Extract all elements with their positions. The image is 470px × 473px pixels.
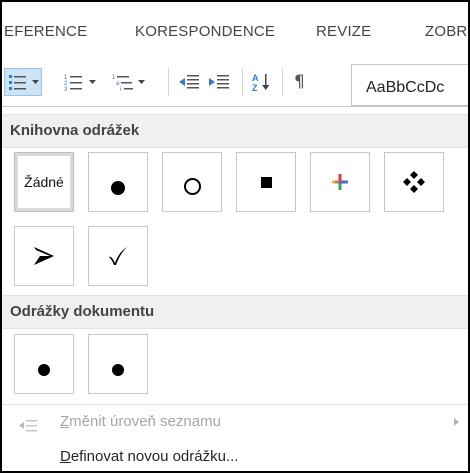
define-new-bullet-label: Definovat novou odrážku... [60,448,239,465]
hollow-circle-bullet-icon [163,153,221,211]
bullet-tile-filled-square[interactable] [236,152,296,212]
svg-text:3: 3 [64,87,68,91]
bullet-library-dropdown: Knihovna odrážek Žádné Odrážky dokumentu… [2,106,468,471]
arrowhead-bullet-icon [15,227,73,285]
bullet-none-label: Žádné [18,156,70,208]
bullet-tile-four-color-cross[interactable] [310,152,370,212]
bullet-tile-hollow-circle[interactable] [162,152,222,212]
style-sample-normal[interactable]: AaBbCcDc [366,79,444,97]
document-bullet-tile-filled-circle[interactable] [88,334,148,394]
show-formatting-button[interactable]: ¶ [294,70,305,94]
multilevel-list-icon: 1 a i [112,73,134,91]
svg-text:i: i [120,87,121,91]
tab-mailings[interactable]: KORESPONDENCE [135,23,275,40]
bullet-tile-none[interactable]: Žádné [14,152,74,212]
chevron-down-icon[interactable] [32,79,39,85]
document-bullet-tile-filled-circle[interactable] [14,334,74,394]
multilevel-list-button[interactable]: 1 a i [112,70,145,94]
toolbar-separator [242,68,243,96]
increase-indent-icon [208,73,230,91]
filled-circle-bullet-icon [15,335,73,393]
ribbon-tab-bar: EFERENCE KORESPONDENCE REVIZE ZOBR [2,2,468,54]
sort-button[interactable]: A Z [252,70,272,94]
bullet-tile-arrowhead[interactable] [14,226,74,286]
svg-text:A: A [252,73,259,83]
pilcrow-icon: ¶ [294,72,305,92]
decrease-indent-button[interactable] [178,70,200,94]
tab-references[interactable]: EFERENCE [4,23,87,40]
numbering-button[interactable]: 1 2 3 [64,70,96,94]
four-color-cross-bullet-icon [311,153,369,211]
bullets-icon [8,73,28,91]
tab-view[interactable]: ZOBR [425,23,467,40]
sort-icon: A Z [252,72,272,92]
increase-indent-button[interactable] [208,70,230,94]
filled-circle-bullet-icon [89,335,147,393]
change-list-level-menu-item[interactable]: Změnit úroveň seznamu [2,406,468,438]
change-list-level-label: Změnit úroveň seznamu [60,413,221,430]
submenu-arrow-icon [454,418,459,426]
styles-gallery[interactable]: AaBbCcDc [351,64,468,106]
paragraph-toolbar: 1 2 3 1 a i A Z ¶ AaBbCcDc [2,62,468,106]
four-diamonds-bullet-icon [385,153,443,211]
chevron-down-icon[interactable] [138,79,145,85]
chevron-down-icon[interactable] [89,79,96,85]
define-new-bullet-menu-item[interactable]: Definovat novou odrážku... [2,441,468,471]
checkmark-bullet-icon [89,227,147,285]
numbering-icon: 1 2 3 [64,73,84,91]
filled-square-bullet-icon [237,153,295,211]
bullet-library-header: Knihovna odrážek [2,114,468,148]
toolbar-separator [282,68,283,96]
document-bullets-header: Odrážky dokumentu [2,295,468,329]
bullet-tile-four-diamonds[interactable] [384,152,444,212]
bullet-tile-filled-circle[interactable] [88,152,148,212]
toolbar-separator [168,68,169,96]
word-window-fragment: EFERENCE KORESPONDENCE REVIZE ZOBR 1 2 3… [0,0,470,473]
menu-divider [2,404,468,405]
svg-text:Z: Z [252,83,258,92]
bullets-button[interactable] [4,68,42,96]
bullet-tile-checkmark[interactable] [88,226,148,286]
decrease-indent-icon [178,73,200,91]
filled-circle-bullet-icon [89,153,147,211]
tab-review[interactable]: REVIZE [316,23,371,40]
